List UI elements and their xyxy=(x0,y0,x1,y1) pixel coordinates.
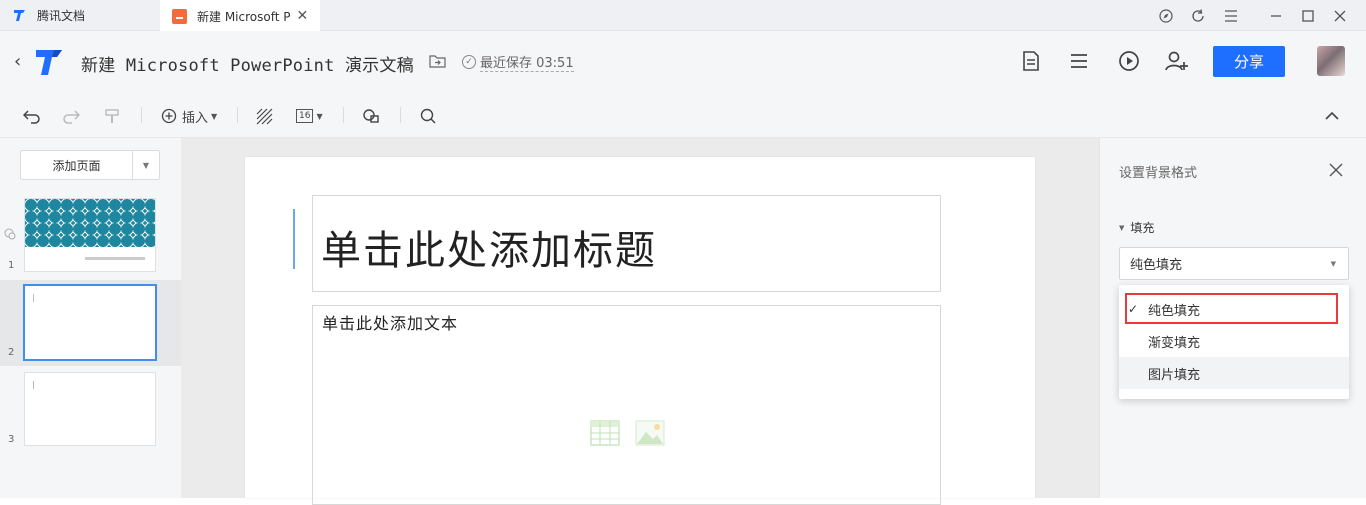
slides-panel: 添加页面 ▼ 1 2 3 xyxy=(0,138,181,498)
thumbnail-footer xyxy=(85,257,145,260)
save-status-text: 最近保存 03:51 xyxy=(480,52,574,72)
slide-number: 3 xyxy=(8,434,15,445)
collapse-toolbar-icon[interactable] xyxy=(1325,106,1339,126)
play-presentation-icon[interactable] xyxy=(1117,49,1143,75)
text-cursor-mark xyxy=(33,381,34,389)
compass-icon[interactable] xyxy=(1148,0,1184,31)
editing-canvas: 单击此处添加标题 单击此处添加文本 xyxy=(181,138,1099,505)
caret-down-icon: ▼ xyxy=(1119,223,1125,232)
star-icon[interactable]: ☆ xyxy=(401,53,414,71)
close-window-icon[interactable] xyxy=(1322,0,1358,31)
chevron-down-icon: ▼ xyxy=(211,111,218,121)
text-cursor-mark xyxy=(33,294,34,302)
plus-circle-icon xyxy=(161,108,177,124)
slide-number: 2 xyxy=(8,347,15,358)
tab-tencent-docs[interactable]: 腾讯文档 xyxy=(0,0,160,31)
undo-icon[interactable] xyxy=(23,106,41,126)
slide-size-value: 16 xyxy=(296,109,314,123)
shape-fill-icon[interactable] xyxy=(362,106,380,126)
search-icon[interactable] xyxy=(420,106,436,126)
add-page-dropdown-icon[interactable]: ▼ xyxy=(133,151,159,179)
slide-thumbnail-row[interactable]: 1 xyxy=(0,194,181,276)
slide[interactable]: 单击此处添加标题 单击此处添加文本 xyxy=(245,157,1035,505)
document-title[interactable]: 新建 Microsoft PowerPoint 演示文稿 xyxy=(81,51,414,76)
back-icon[interactable]: ‹ xyxy=(14,51,21,72)
presentation-file-icon xyxy=(172,8,187,24)
title-placeholder-text: 单击此处添加标题 xyxy=(321,228,657,274)
add-collaborator-icon[interactable] xyxy=(1164,49,1190,75)
insert-menu-button[interactable]: 插入 ▼ xyxy=(161,106,217,126)
slide-thumbnail-row[interactable]: 3 xyxy=(0,370,181,450)
list-menu-icon[interactable] xyxy=(1067,49,1093,75)
fill-section-label: 填充 xyxy=(1130,221,1155,235)
menu-item-label: 图片填充 xyxy=(1148,367,1201,383)
insert-table-icon[interactable] xyxy=(590,420,620,446)
tencent-docs-logo[interactable] xyxy=(33,47,65,77)
insert-image-icon[interactable] xyxy=(635,420,665,446)
format-painter-icon[interactable] xyxy=(104,106,120,126)
tab-new-presentation[interactable]: 新建 Microsoft P ✕ xyxy=(160,0,320,32)
minimize-icon[interactable] xyxy=(1258,0,1294,31)
slide-number: 1 xyxy=(8,260,15,271)
thumbnail-pattern xyxy=(25,199,155,247)
tencent-docs-icon xyxy=(12,8,27,23)
redo-icon[interactable] xyxy=(62,106,80,126)
menu-item-picture-fill[interactable]: 图片填充 xyxy=(1119,357,1349,389)
share-button[interactable]: 分享 xyxy=(1213,46,1285,77)
slide-size-select[interactable]: 16 ▼ xyxy=(296,106,323,126)
fill-type-value: 纯色填充 xyxy=(1130,258,1183,273)
chevron-down-icon: ▼ xyxy=(316,111,323,121)
menu-item-gradient-fill[interactable]: 渐变填充 xyxy=(1119,325,1349,357)
body-placeholder[interactable]: 单击此处添加文本 xyxy=(312,305,941,505)
background-pattern-icon[interactable] xyxy=(256,106,273,126)
slide-thumbnail[interactable] xyxy=(24,372,156,446)
document-info-icon[interactable] xyxy=(1019,49,1045,75)
chevron-down-icon: ▼ xyxy=(1330,259,1336,268)
refresh-icon[interactable] xyxy=(1180,0,1216,31)
toolbar-divider xyxy=(237,107,238,123)
title-focus-bar xyxy=(293,209,295,269)
slide-thumbnail-row-selected[interactable]: 2 xyxy=(0,280,181,366)
insert-label: 插入 xyxy=(182,110,209,126)
body-placeholder-text: 单击此处添加文本 xyxy=(322,314,459,333)
document-header: ‹ 新建 Microsoft PowerPoint 演示文稿 ☆ ✓ 最近保存 … xyxy=(0,31,1366,93)
save-status: ✓ 最近保存 03:51 xyxy=(462,52,574,72)
tab-label: 新建 Microsoft P xyxy=(197,9,291,24)
toolbar-divider xyxy=(141,107,142,123)
fill-type-dropdown-menu: ✓ 纯色填充 渐变填充 图片填充 xyxy=(1119,285,1349,399)
toolbar-divider xyxy=(400,107,401,123)
close-panel-icon[interactable] xyxy=(1329,158,1343,182)
title-bar: 腾讯文档 新建 Microsoft P ✕ xyxy=(0,0,1366,32)
move-to-folder-icon[interactable] xyxy=(429,54,446,72)
slide-thumbnail[interactable] xyxy=(24,198,156,272)
comment-icon xyxy=(4,228,16,243)
menu-item-label: 渐变填充 xyxy=(1148,335,1201,351)
user-avatar[interactable] xyxy=(1317,46,1345,76)
fill-type-select[interactable]: 纯色填充 ▼ xyxy=(1119,247,1349,280)
panel-title: 设置背景格式 xyxy=(1119,166,1198,181)
highlight-annotation xyxy=(1125,293,1338,324)
toolbar: 插入 ▼ 16 ▼ xyxy=(0,93,1366,138)
tab-label: 腾讯文档 xyxy=(37,9,86,23)
fill-section-toggle[interactable]: ▼ 填充 xyxy=(1119,219,1154,236)
format-background-panel: 设置背景格式 ▼ 填充 纯色填充 ▼ ✓ 纯色填充 渐变填充 图片填充 xyxy=(1099,138,1366,498)
add-page-button[interactable]: 添加页面 xyxy=(21,151,133,179)
maximize-icon[interactable] xyxy=(1290,0,1326,31)
slide-thumbnail-selected[interactable] xyxy=(23,284,157,361)
add-page-control: 添加页面 ▼ xyxy=(20,150,160,180)
saved-check-icon: ✓ xyxy=(462,55,476,69)
menu-icon[interactable] xyxy=(1213,0,1249,31)
close-tab-icon[interactable]: ✕ xyxy=(296,8,308,24)
title-placeholder[interactable]: 单击此处添加标题 xyxy=(312,195,941,292)
toolbar-divider xyxy=(343,107,344,123)
